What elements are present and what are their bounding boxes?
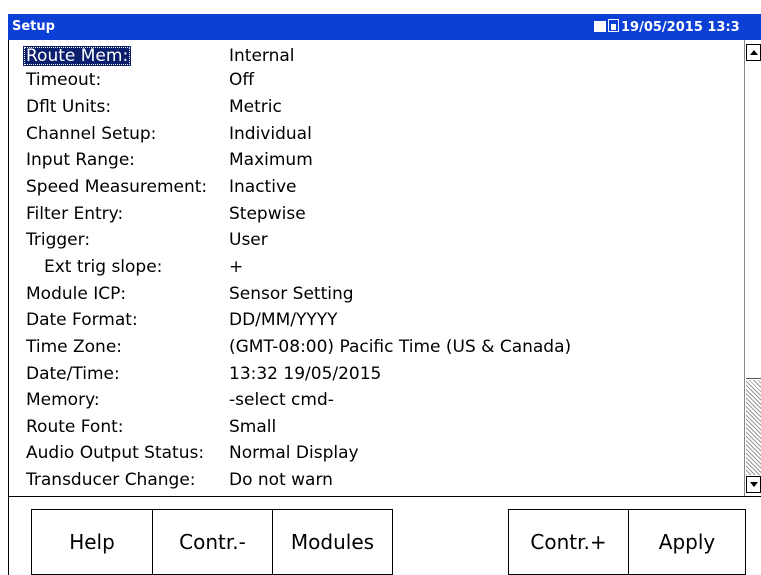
setting-row-timeout[interactable]: Timeout: Off xyxy=(9,68,745,92)
contrast-plus-button[interactable]: Contr.+ xyxy=(508,509,629,575)
help-button[interactable]: Help xyxy=(31,509,153,575)
setting-row-filter-entry[interactable]: Filter Entry: Stepwise xyxy=(9,202,745,226)
setting-row-channel-setup[interactable]: Channel Setup: Individual xyxy=(9,122,745,146)
setting-row-audio-output-status[interactable]: Audio Output Status: Normal Display xyxy=(9,441,745,465)
setting-label: Date/Time: xyxy=(26,364,120,384)
setting-value: Normal Display xyxy=(229,443,359,463)
setting-value: 13:32 19/05/2015 xyxy=(229,364,382,384)
setting-row-module-icp[interactable]: Module ICP: Sensor Setting xyxy=(9,282,745,306)
setting-row-route-font[interactable]: Route Font: Small xyxy=(9,415,745,439)
setting-label: Input Range: xyxy=(26,150,136,170)
setting-label: Date Format: xyxy=(26,310,138,330)
setting-label: Route Font: xyxy=(26,417,124,437)
setting-value: -select cmd- xyxy=(229,390,334,410)
setting-value: Do not warn xyxy=(229,470,333,490)
setting-label: Filter Entry: xyxy=(26,204,124,224)
setting-label: Transducer Change: xyxy=(26,470,196,490)
status-area: 19/05/2015 13:3 xyxy=(594,19,740,35)
setting-value: Stepwise xyxy=(229,204,306,224)
setting-row-speed-measurement[interactable]: Speed Measurement: Inactive xyxy=(9,175,745,199)
setting-row-ext-trig-slope[interactable]: Ext trig slope: + xyxy=(9,255,745,279)
setting-label: Memory: xyxy=(26,390,100,410)
setting-label: Time Zone: xyxy=(26,337,123,357)
setting-value: Inactive xyxy=(229,177,297,197)
divider xyxy=(8,497,9,575)
setting-value: Sensor Setting xyxy=(229,284,354,304)
setting-row-trigger[interactable]: Trigger: User xyxy=(9,228,745,252)
setting-value: Small xyxy=(229,417,277,437)
setting-row-date-time[interactable]: Date/Time: 13:32 19/05/2015 xyxy=(9,362,745,386)
setting-label: Module ICP: xyxy=(26,284,127,304)
setting-value: User xyxy=(229,230,268,250)
title-bar: Setup 19/05/2015 13:3 xyxy=(8,14,761,40)
apply-button[interactable]: Apply xyxy=(628,509,746,575)
contrast-minus-button[interactable]: Contr.- xyxy=(152,509,273,575)
battery-icon xyxy=(608,19,619,32)
setting-row-memory[interactable]: Memory: -select cmd- xyxy=(9,388,745,412)
setting-value: + xyxy=(229,257,244,277)
setting-label: Dflt Units: xyxy=(26,97,112,117)
scroll-track[interactable] xyxy=(746,380,761,475)
setting-value: Internal xyxy=(229,46,295,66)
setting-row-dflt-units[interactable]: Dflt Units: Metric xyxy=(9,95,745,119)
softkey-bar: Help Contr.- Modules Contr.+ Apply xyxy=(8,497,761,575)
setting-label: Channel Setup: xyxy=(26,124,157,144)
setting-row-transducer-change[interactable]: Transducer Change: Do not warn xyxy=(9,468,745,492)
modules-button[interactable]: Modules xyxy=(272,509,393,575)
datetime-readout: 19/05/2015 13:3 xyxy=(621,20,740,35)
setting-row-date-format[interactable]: Date Format: DD/MM/YYYY xyxy=(9,308,745,332)
setting-label: Speed Measurement: xyxy=(26,177,208,197)
setting-row-time-zone[interactable]: Time Zone: (GMT-08:00) Pacific Time (US … xyxy=(9,335,745,359)
setting-value: Maximum xyxy=(229,150,313,170)
setting-label: Audio Output Status: xyxy=(26,443,205,463)
setting-label: Ext trig slope: xyxy=(44,257,163,277)
window-title: Setup xyxy=(12,19,55,34)
setting-row-route-mem[interactable]: Route Mem: Internal xyxy=(9,44,745,68)
settings-list: Route Mem: Internal Timeout: Off Dflt Un… xyxy=(8,40,745,496)
vertical-scrollbar[interactable] xyxy=(744,40,761,496)
setting-value: Off xyxy=(229,70,255,90)
setting-value: Individual xyxy=(229,124,312,144)
setting-value: Metric xyxy=(229,97,282,117)
setting-label: Trigger: xyxy=(26,230,91,250)
scroll-thumb[interactable] xyxy=(746,64,761,379)
scroll-up-arrow-icon[interactable] xyxy=(746,44,761,61)
setting-row-input-range[interactable]: Input Range: Maximum xyxy=(9,148,745,172)
scroll-down-arrow-icon[interactable] xyxy=(746,476,761,493)
setting-label: Route Mem: xyxy=(23,46,132,66)
setting-value: (GMT-08:00) Pacific Time (US & Canada) xyxy=(229,337,572,357)
memory-card-icon xyxy=(594,21,606,32)
setting-label: Timeout: xyxy=(26,70,102,90)
setting-value: DD/MM/YYYY xyxy=(229,310,338,330)
